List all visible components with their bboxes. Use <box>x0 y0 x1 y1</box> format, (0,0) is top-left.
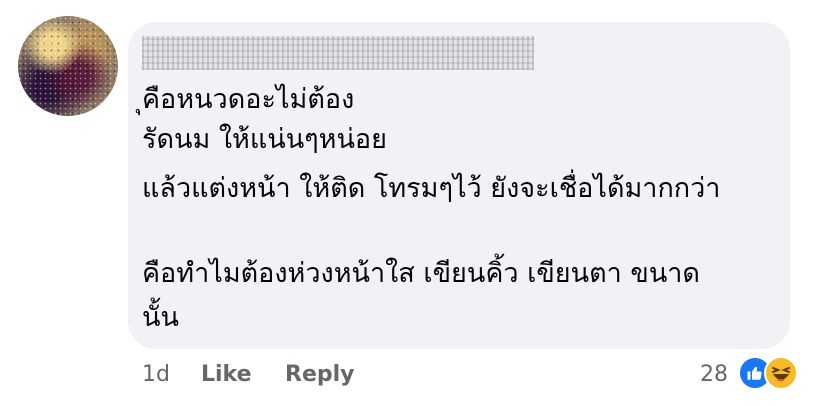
reply-button[interactable]: Reply <box>285 357 355 393</box>
avatar[interactable] <box>18 16 118 116</box>
commenter-name-redacted[interactable] <box>142 36 534 70</box>
comment-text-line: คือทำไมต้องห่วงหน้าใส เขียนคิ้ว เขียนตา … <box>142 258 700 289</box>
comment-text-line: ุคือหนวดอะไม่ต้อง <box>142 84 355 115</box>
comment-bubble: ุคือหนวดอะไม่ต้อง รัดนม ให้แน่นๆหน่อย แล… <box>128 22 790 349</box>
comment-text-line: นั้น <box>142 302 179 333</box>
like-button[interactable]: Like <box>201 357 252 393</box>
comment-timestamp[interactable]: 1d <box>142 357 170 393</box>
comment-text-line: แล้วแต่งหน้า ให้ติด โทรมๆไว้ ยังจะเชื่อไ… <box>142 173 721 204</box>
reaction-icons[interactable] <box>738 356 808 392</box>
comment-text-line: รัดนม ให้แน่นๆหน่อย <box>142 124 387 155</box>
haha-icon <box>764 356 798 390</box>
reaction-count[interactable]: 28 <box>700 357 728 393</box>
